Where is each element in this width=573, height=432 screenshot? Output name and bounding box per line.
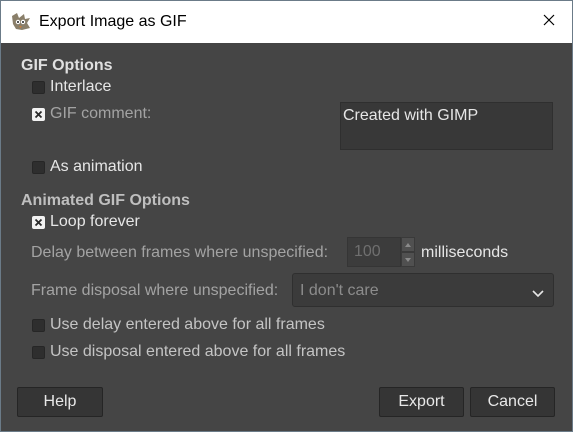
cancel-button[interactable]: Cancel [470, 387, 555, 417]
frame-disposal-dropdown[interactable]: I don't care [292, 273, 554, 307]
chevron-down-icon [532, 285, 544, 303]
title-bar: Export Image as GIF [1, 1, 572, 43]
window-title: Export Image as GIF [39, 13, 187, 30]
use-disposal-option[interactable]: Use disposal entered above for all frame… [32, 343, 345, 361]
check-icon [34, 110, 43, 118]
loop-forever-checkbox[interactable] [32, 215, 45, 229]
use-delay-checkbox[interactable] [32, 318, 45, 332]
dialog-content: GIF Options Interlace GIF comment: Creat… [1, 43, 572, 431]
delay-unit-label: milliseconds [421, 244, 509, 261]
close-button[interactable] [526, 1, 572, 43]
gif-comment-option[interactable]: GIF comment: [32, 105, 151, 123]
interlace-checkbox[interactable] [32, 80, 45, 94]
use-delay-option[interactable]: Use delay entered above for all frames [32, 316, 325, 334]
gif-comment-textarea[interactable]: Created with GIMP [340, 102, 553, 150]
delay-increment-button[interactable] [401, 237, 415, 252]
as-animation-label: As animation [50, 158, 143, 175]
help-button[interactable]: Help [17, 387, 103, 417]
check-icon [34, 218, 43, 226]
close-icon [543, 13, 555, 31]
chevron-up-icon [405, 242, 411, 247]
interlace-option[interactable]: Interlace [32, 78, 111, 96]
gif-options-heading: GIF Options [21, 57, 113, 74]
delay-spinbutton[interactable]: 100 [347, 237, 415, 267]
chevron-down-icon [405, 257, 411, 262]
use-disposal-checkbox[interactable] [32, 345, 45, 359]
use-delay-label: Use delay entered above for all frames [50, 316, 325, 333]
gimp-wilber-icon [10, 12, 32, 32]
animated-gif-options-heading: Animated GIF Options [21, 192, 190, 209]
export-gif-dialog: Export Image as GIF GIF Options Interlac… [0, 0, 573, 432]
as-animation-checkbox[interactable] [32, 160, 45, 174]
as-animation-option[interactable]: As animation [32, 158, 143, 176]
delay-decrement-button[interactable] [401, 252, 415, 267]
delay-input[interactable]: 100 [347, 237, 401, 267]
gif-comment-label: GIF comment: [50, 105, 152, 122]
delay-label: Delay between frames where unspecified: [31, 244, 329, 261]
gif-comment-checkbox[interactable] [32, 107, 45, 121]
interlace-label: Interlace [50, 78, 112, 95]
use-disposal-label: Use disposal entered above for all frame… [50, 343, 346, 360]
loop-forever-option[interactable]: Loop forever [32, 213, 140, 231]
export-button[interactable]: Export [379, 387, 464, 417]
disposal-label: Frame disposal where unspecified: [31, 282, 279, 299]
frame-disposal-value: I don't care [300, 282, 379, 299]
loop-forever-label: Loop forever [50, 213, 140, 230]
